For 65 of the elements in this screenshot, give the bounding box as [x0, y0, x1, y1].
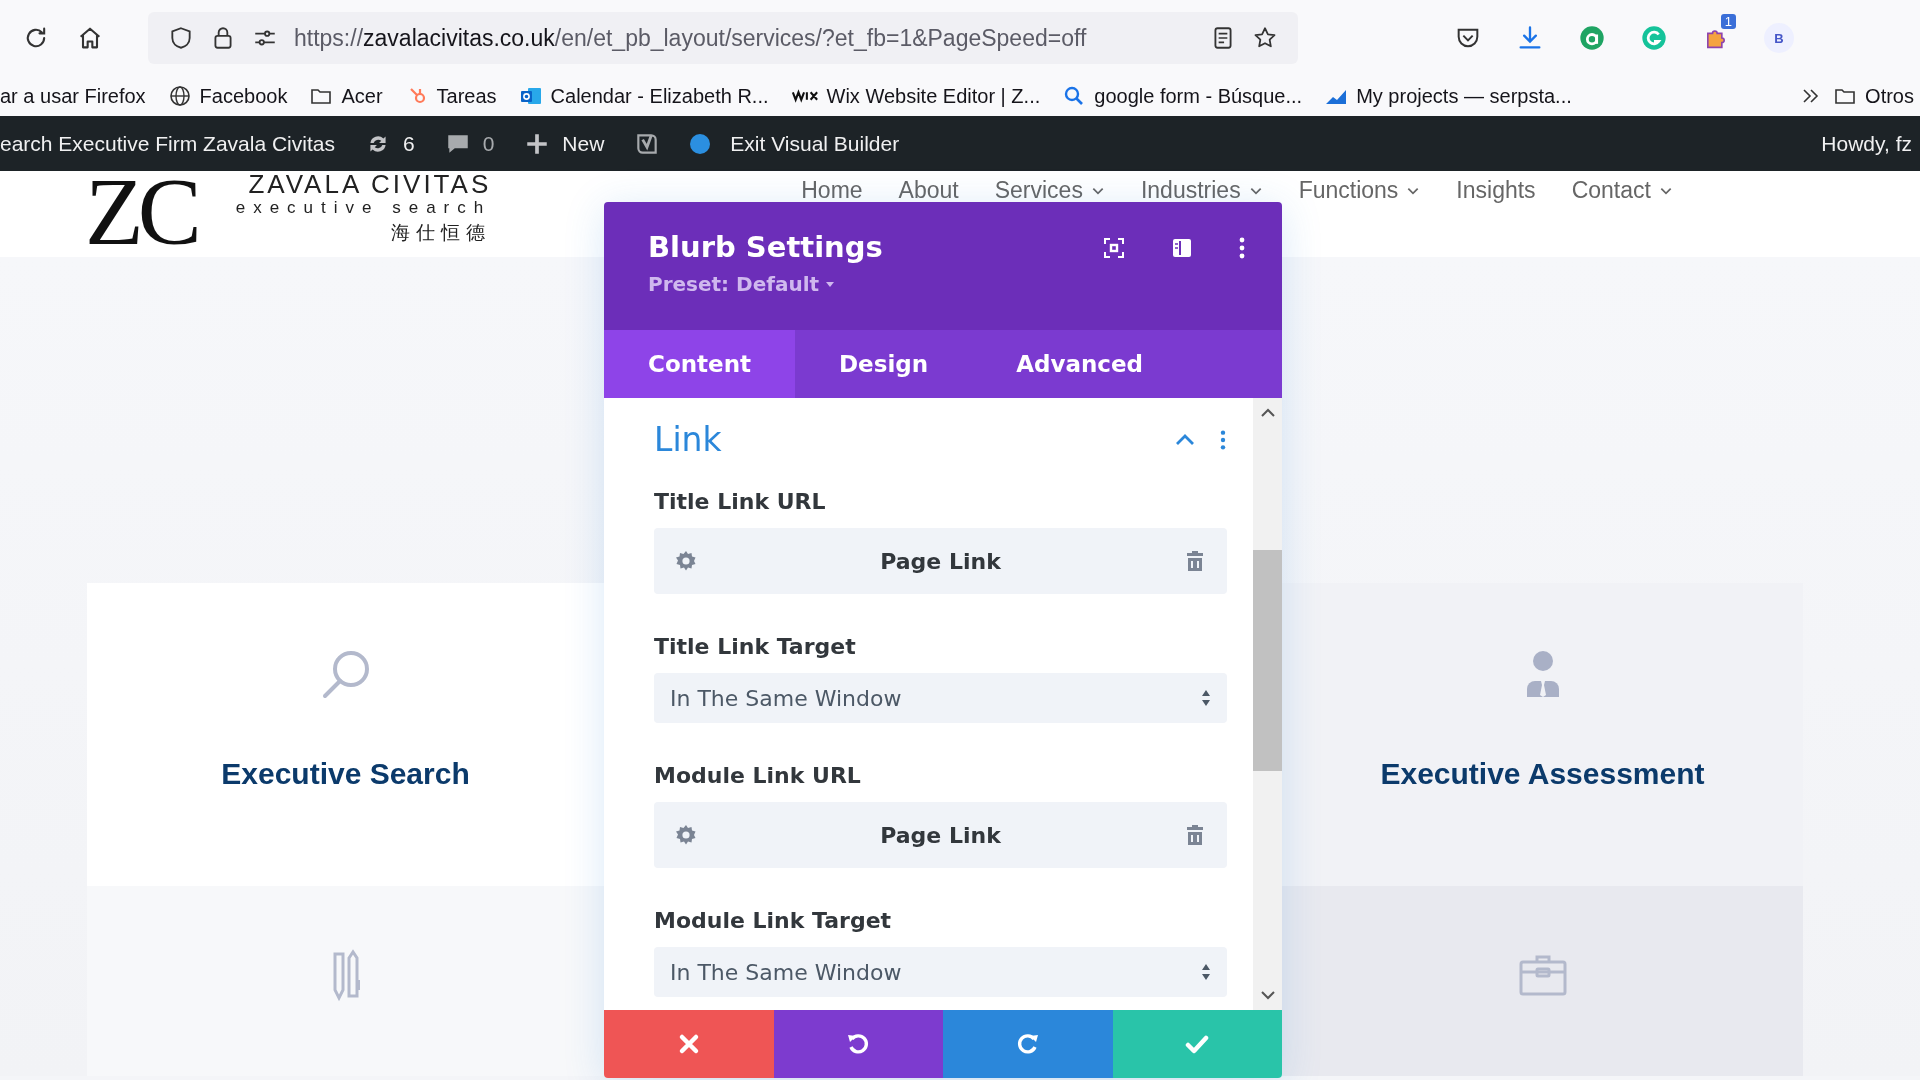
logo-mark[interactable]: ZC	[85, 171, 196, 253]
site-name-link[interactable]: earch Executive Firm Zavala Civitas	[0, 131, 335, 156]
address-bar[interactable]: https://zavalacivitas.co.uk/en/et_pb_layout/services/?et_fb=1&PageSpeed=off	[148, 12, 1298, 64]
bookmark-link[interactable]: google form - Búsque...	[1062, 84, 1303, 108]
new-link[interactable]: New	[562, 131, 605, 156]
settings-icon[interactable]	[674, 549, 698, 573]
account-link[interactable]: Howdy, fz	[1821, 131, 1912, 156]
nav-link[interactable]: Contact	[1571, 177, 1673, 204]
caret-icon[interactable]	[825, 279, 836, 289]
nav-link[interactable]: Insights	[1456, 177, 1536, 204]
service-title[interactable]: Executive Assessment	[1380, 757, 1705, 791]
shield-icon[interactable]	[168, 25, 194, 51]
select-arrows-icon[interactable]	[1201, 688, 1211, 708]
select-arrows-icon[interactable]	[1201, 962, 1211, 982]
section-title[interactable]: Link	[654, 420, 722, 459]
bookmark-link[interactable]: Wix Website Editor | Z...	[790, 84, 1041, 108]
bookmark-link[interactable]: Tareas	[404, 84, 497, 108]
field-label: Module Link URL	[654, 763, 862, 788]
bookmark-link[interactable]: Facebook	[167, 84, 288, 108]
nav-link[interactable]: About	[898, 177, 959, 204]
field-label: Module Link Target	[654, 908, 893, 933]
settings-tab[interactable]: Content	[604, 330, 796, 398]
updates-count[interactable]: 6	[402, 131, 415, 156]
settings-icon[interactable]	[674, 823, 698, 847]
logo-chinese-name: 海仕恒德	[391, 220, 492, 245]
nav-link[interactable]: Functions	[1298, 177, 1421, 204]
link-field[interactable]: Page Link	[654, 802, 1227, 868]
bookmark-link[interactable]: ar a usar Firefox	[0, 84, 146, 108]
settings-tab[interactable]: Advanced	[972, 330, 1187, 398]
field-label: Title Link Target	[654, 634, 857, 659]
collapse-icon[interactable]	[1175, 433, 1195, 446]
profile-avatar[interactable]: B	[1764, 23, 1794, 53]
notification-badge: 1	[1720, 14, 1736, 29]
bookmark-link[interactable]: My projects — serpsta...	[1324, 84, 1572, 108]
undo-icon[interactable]	[846, 1032, 871, 1056]
nav-link[interactable]: Home	[801, 177, 863, 204]
more-options-icon[interactable]	[1238, 236, 1246, 260]
scroll-down-icon[interactable]	[1259, 990, 1276, 1000]
settings-tab[interactable]: Design	[795, 330, 973, 398]
bookmark-link[interactable]: Acer	[309, 84, 383, 108]
bookmark-folder[interactable]: Otros	[1833, 84, 1914, 108]
preset-dropdown[interactable]: Preset: Default	[648, 272, 883, 296]
select-field[interactable]: In The Same Window	[654, 947, 1227, 997]
logo-tagline: executive search	[235, 197, 492, 219]
globe-icon[interactable]	[167, 84, 192, 108]
scroll-up-icon[interactable]	[1259, 408, 1276, 418]
logo-name[interactable]: ZAVALA CIVITAS	[248, 171, 492, 197]
field-label: Title Link URL	[654, 489, 827, 514]
more-options-icon[interactable]	[1219, 428, 1227, 451]
exit-visual-builder-link[interactable]: Exit Visual Builder	[730, 131, 900, 156]
link-field[interactable]: Page Link	[654, 528, 1227, 594]
url-text: https://zavalacivitas.co.uk/en/et_pb_layout/services/?et_fb=1&PageSpeed=off	[294, 24, 1088, 52]
split-view-icon[interactable]	[1170, 236, 1194, 260]
focus-icon[interactable]	[1102, 236, 1126, 260]
service-title[interactable]: Executive Search	[221, 757, 470, 791]
bookmark-link[interactable]: Calendar - Elizabeth R...	[518, 84, 769, 108]
nav-link[interactable]: Services	[994, 177, 1105, 204]
scrollbar[interactable]	[1253, 398, 1282, 1010]
select-field[interactable]: In The Same Window	[654, 673, 1227, 723]
nav-link[interactable]: Industries	[1140, 177, 1263, 204]
extension-a-icon[interactable]	[1578, 24, 1606, 52]
redo-icon[interactable]	[1015, 1032, 1040, 1056]
modal-title: Blurb Settings	[648, 230, 883, 264]
comments-count[interactable]: 0	[482, 131, 495, 156]
status-dot	[690, 133, 711, 154]
